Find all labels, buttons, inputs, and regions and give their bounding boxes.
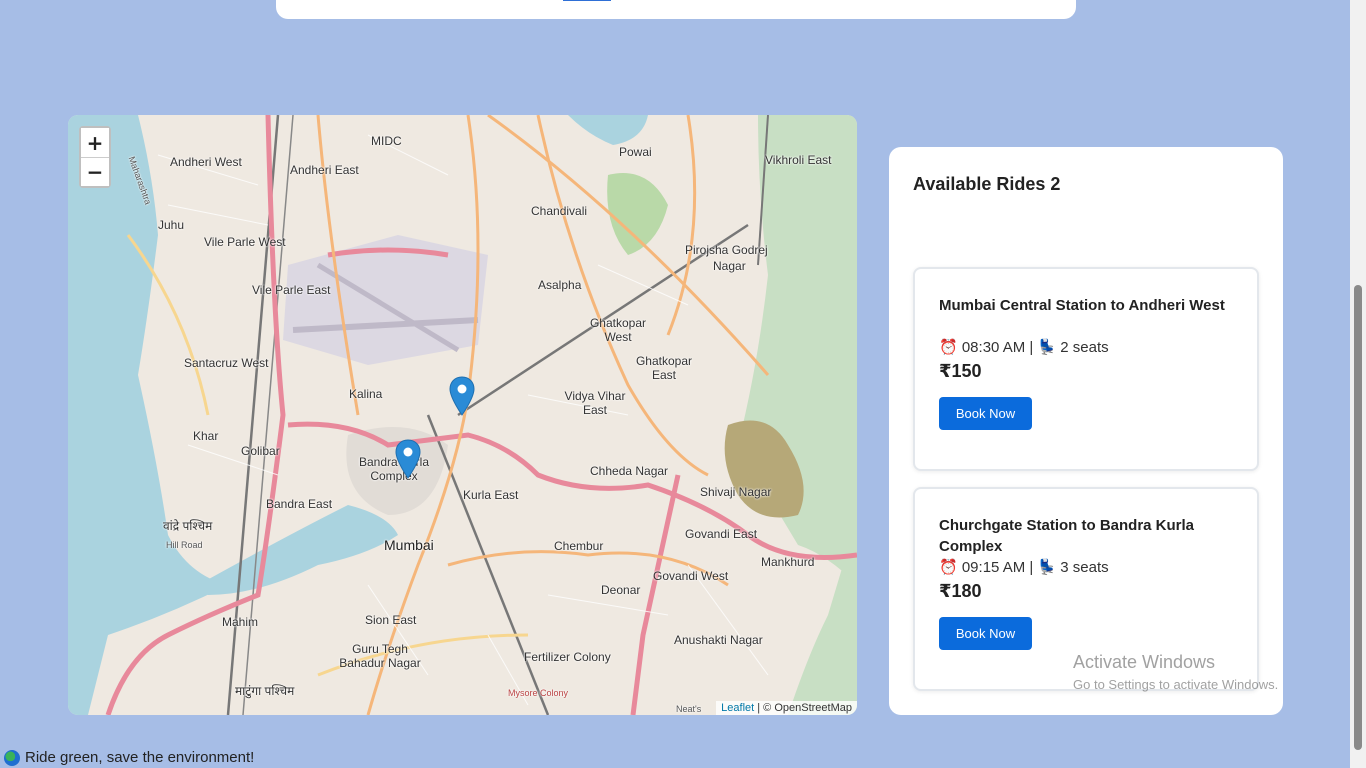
- map-label: Juhu: [158, 218, 185, 232]
- attribution-text: | © OpenStreetMap: [754, 702, 852, 714]
- map-label: Andheri West: [170, 155, 242, 169]
- map[interactable]: Andheri West Andheri East MIDC Powai Vik…: [68, 115, 857, 715]
- active-tab-indicator: [563, 0, 611, 1]
- map-label: वांद्रे पश्चिम: [163, 519, 213, 533]
- map-label: Golibar: [241, 444, 280, 458]
- map-label: माटुंगा पश्चिम: [235, 684, 295, 698]
- ride-card: Mumbai Central Station to Andheri West ⏰…: [913, 267, 1259, 471]
- zoom-control: + −: [79, 126, 111, 188]
- map-label: Ghatkopar East: [635, 354, 693, 382]
- book-now-button[interactable]: Book Now: [939, 617, 1032, 650]
- map-label: Pirojsha Godrej: [685, 243, 768, 257]
- zoom-out-button[interactable]: −: [81, 157, 109, 186]
- map-label: Kalina: [349, 387, 383, 401]
- globe-icon: [4, 749, 20, 766]
- map-attribution: Leaflet | © OpenStreetMap: [716, 701, 857, 715]
- map-label: Chembur: [554, 539, 604, 553]
- map-label: Khar: [193, 429, 219, 443]
- map-label: Vile Parle East: [252, 283, 331, 297]
- map-label: Kurla East: [463, 488, 519, 502]
- map-label: Govandi West: [653, 569, 729, 583]
- leaflet-link[interactable]: Leaflet: [721, 702, 754, 714]
- page-scrollbar[interactable]: [1350, 0, 1366, 768]
- map-label: Mumbai: [384, 537, 434, 553]
- watermark-title: Activate Windows: [1073, 652, 1216, 672]
- zoom-in-button[interactable]: +: [81, 128, 109, 157]
- ride-route: Mumbai Central Station to Andheri West: [939, 297, 1225, 314]
- map-label: Govandi East: [685, 527, 758, 541]
- map-label: Fertilizer Colony: [524, 650, 611, 664]
- watermark-subtitle: Go to Settings to activate Windows.: [1073, 677, 1279, 692]
- map-label: Chandivali: [531, 204, 588, 218]
- map-marker-pin-icon[interactable]: [395, 439, 421, 479]
- map-label: Mankhurd: [761, 555, 815, 569]
- ride-meta: ⏰ 09:15 AM | 💺 3 seats: [939, 559, 1109, 576]
- map-label: Andheri East: [290, 163, 359, 177]
- map-label: Asalpha: [538, 278, 582, 292]
- map-label: Powai: [619, 145, 652, 159]
- map-label: Santacruz West: [184, 356, 269, 370]
- rides-heading: Available Rides 2: [913, 174, 1061, 194]
- ride-price: ₹180: [939, 581, 982, 601]
- book-now-button[interactable]: Book Now: [939, 397, 1032, 430]
- map-label: Vidya Vihar East: [564, 389, 626, 417]
- ride-price: ₹150: [939, 361, 982, 381]
- map-label: Sion East: [365, 613, 417, 627]
- map-label: Vikhroli East: [765, 153, 832, 167]
- rides-panel: Available Rides 2 Mumbai Central Station…: [889, 147, 1283, 715]
- map-label: Chheda Nagar: [590, 464, 669, 478]
- map-label: Hill Road: [166, 540, 203, 550]
- map-label: Mahim: [222, 615, 259, 629]
- map-label: Anushakti Nagar: [674, 633, 763, 647]
- map-label: Shivaji Nagar: [700, 485, 772, 499]
- activate-windows-watermark: Activate Windows Go to Settings to activ…: [1073, 652, 1278, 692]
- map-label: Guru Tegh Bahadur Nagar: [339, 642, 421, 670]
- map-label: Nagar: [713, 259, 746, 273]
- map-label: Mysore Colony: [508, 688, 569, 698]
- map-label: Ghatkopar West: [589, 316, 647, 344]
- ride-route: Churchgate Station to Bandra Kurla Compl…: [939, 517, 1195, 555]
- map-label: Deonar: [601, 583, 641, 597]
- map-marker-pin-icon[interactable]: [449, 376, 475, 416]
- top-card: [276, 0, 1076, 19]
- map-label: MIDC: [371, 134, 402, 148]
- map-label: Bandra East: [266, 497, 333, 511]
- map-label: Vile Parle West: [204, 235, 286, 249]
- ride-meta: ⏰ 08:30 AM | 💺 2 seats: [939, 339, 1109, 356]
- footer-text: Ride green, save the environment!: [25, 749, 255, 766]
- map-label: Neat's: [676, 704, 702, 714]
- scrollbar-thumb[interactable]: [1354, 285, 1362, 750]
- footer: Ride green, save the environment!: [4, 749, 254, 766]
